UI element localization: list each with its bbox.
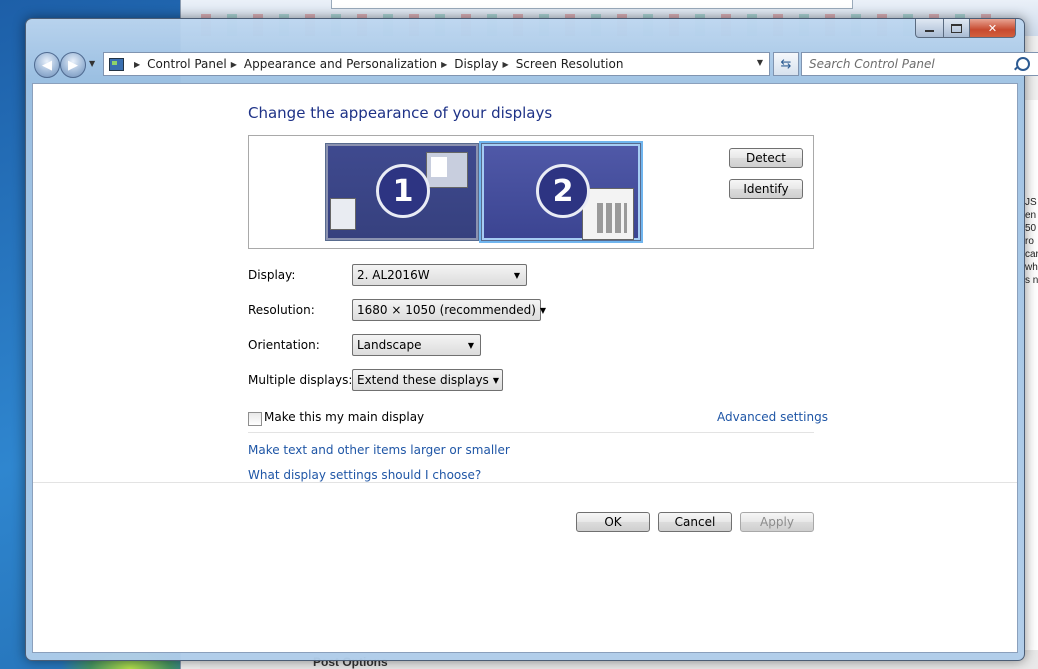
detect-button[interactable]: Detect	[729, 148, 803, 168]
breadcrumb-screen-resolution[interactable]: Screen Resolution	[516, 57, 624, 71]
breadcrumb-display[interactable]: Display	[454, 57, 498, 71]
orientation-label: Orientation:	[248, 338, 320, 352]
monitor-2[interactable]: 2	[481, 143, 641, 241]
multiple-displays-value: Extend these displays	[357, 373, 489, 387]
caption-buttons: ✕	[915, 19, 1016, 38]
refresh-button[interactable]: ⇆	[773, 52, 799, 76]
divider	[248, 432, 814, 433]
page-title: Change the appearance of your displays	[248, 104, 553, 122]
recent-pages-dropdown[interactable]: ▼	[89, 59, 95, 68]
forward-button[interactable]: ▶	[60, 52, 86, 78]
identify-button[interactable]: Identify	[729, 179, 803, 199]
breadcrumb-separator-icon[interactable]: ▶	[134, 60, 140, 69]
main-display-label[interactable]: Make this my main display	[264, 410, 424, 424]
display-select[interactable]: 2. AL2016W ▼	[352, 264, 527, 286]
dropdown-arrow-icon: ▼	[467, 340, 474, 350]
background-page-text: JS en 50 ro car wh s n	[1025, 197, 1038, 286]
button-area-divider	[33, 482, 1017, 483]
resolution-select[interactable]: 1680 × 1050 (recommended) ▼	[352, 299, 546, 321]
display-help-link[interactable]: What display settings should I choose?	[248, 468, 481, 482]
refresh-icon: ⇆	[780, 56, 792, 72]
maximize-icon	[951, 23, 962, 33]
address-dropdown-icon[interactable]: ▼	[757, 58, 763, 67]
maximize-button[interactable]	[944, 19, 970, 38]
background-url-bar	[331, 0, 853, 9]
resolution-label: Resolution:	[248, 303, 315, 317]
main-display-checkbox[interactable]	[248, 412, 262, 426]
breadcrumb-separator-icon[interactable]: ▶	[231, 60, 237, 69]
display-value: 2. AL2016W	[357, 268, 430, 282]
apply-button[interactable]: Apply	[740, 512, 814, 532]
arrow-left-icon: ◀	[42, 57, 52, 73]
search-icon[interactable]	[1016, 57, 1030, 71]
multiple-displays-label: Multiple displays:	[248, 373, 353, 387]
monitor-1-sidebar-preview	[330, 198, 356, 230]
search-input[interactable]: Search Control Panel	[802, 57, 1016, 71]
close-icon: ✕	[987, 21, 998, 35]
content-pane: Change the appearance of your displays 1…	[32, 83, 1018, 653]
chevron-down-icon: ▼	[89, 59, 96, 68]
breadcrumb-separator-icon[interactable]: ▶	[503, 60, 509, 69]
text-size-link[interactable]: Make text and other items larger or smal…	[248, 443, 510, 457]
ok-button[interactable]: OK	[576, 512, 650, 532]
navigation-bar: ◀ ▶ ▼ ▶ Control Panel ▶ Appearance and P…	[32, 50, 1038, 78]
minimize-icon	[925, 29, 934, 32]
dropdown-arrow-icon: ▼	[513, 270, 520, 280]
screen-resolution-window: ✕ ◀ ▶ ▼ ▶ Control Panel ▶ Appearance and…	[25, 18, 1038, 661]
monitor-1[interactable]: 1	[325, 143, 479, 241]
advanced-settings-link[interactable]: Advanced settings	[717, 410, 828, 424]
monitor-2-window-preview	[582, 188, 634, 240]
monitor-arrangement: 1 2 Detect Identify	[248, 135, 814, 249]
breadcrumb-separator-icon[interactable]: ▶	[441, 60, 447, 69]
arrow-right-icon: ▶	[68, 57, 78, 73]
cancel-button[interactable]: Cancel	[658, 512, 732, 532]
breadcrumb-appearance[interactable]: Appearance and Personalization	[244, 57, 437, 71]
orientation-select[interactable]: Landscape ▼	[352, 334, 481, 356]
control-panel-icon	[109, 57, 124, 71]
monitor-number-badge: 1	[376, 164, 430, 218]
monitor-number-badge: 2	[536, 164, 590, 218]
resolution-value: 1680 × 1050 (recommended)	[357, 303, 536, 317]
multiple-displays-select[interactable]: Extend these displays ▼	[352, 369, 503, 391]
minimize-button[interactable]	[915, 19, 944, 38]
dropdown-arrow-icon: ▼	[539, 305, 547, 315]
address-bar[interactable]: ▶ Control Panel ▶ Appearance and Persona…	[103, 52, 770, 76]
orientation-value: Landscape	[357, 338, 422, 352]
back-button[interactable]: ◀	[34, 52, 60, 78]
monitor-1-window-preview	[426, 152, 468, 188]
breadcrumb-control-panel[interactable]: Control Panel	[147, 57, 227, 71]
search-box[interactable]: Search Control Panel	[801, 52, 1038, 76]
close-button[interactable]: ✕	[970, 19, 1016, 38]
dropdown-arrow-icon: ▼	[492, 375, 499, 385]
display-label: Display:	[248, 268, 296, 282]
